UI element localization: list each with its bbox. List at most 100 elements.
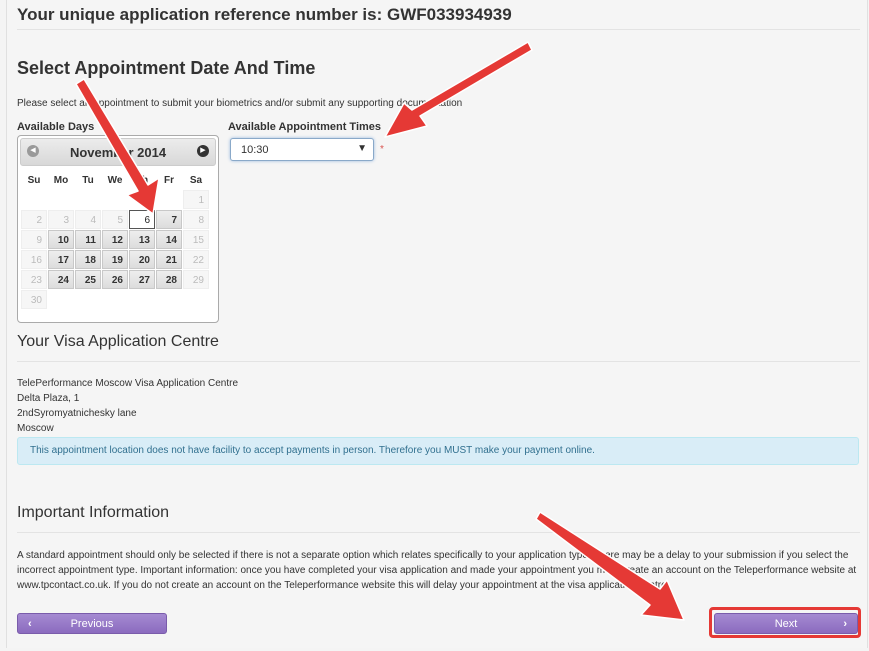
- calendar-weekday: Sa: [189, 174, 203, 186]
- calendar-cell: 15: [183, 230, 209, 249]
- important-info-title: Important Information: [17, 504, 170, 521]
- calendar-week-row: 16 17 18 19 20 21 22: [21, 250, 209, 269]
- calendar-cell: [156, 190, 182, 209]
- calendar-cell: 3: [48, 210, 74, 229]
- calendar-day-available[interactable]: 25: [75, 270, 101, 289]
- calendar-cell: 13: [129, 230, 155, 249]
- divider: [17, 361, 860, 362]
- calendar-cell: 26: [102, 270, 128, 289]
- calendar-weekday: Tu: [82, 174, 94, 186]
- chevron-right-icon: ›: [843, 618, 847, 630]
- calendar-day-available[interactable]: 14: [156, 230, 182, 249]
- calendar-cell: 29: [183, 270, 209, 289]
- calendar-cell: 9: [21, 230, 47, 249]
- calendar-day-available[interactable]: 13: [129, 230, 155, 249]
- calendar-day-available[interactable]: 19: [102, 250, 128, 269]
- next-button[interactable]: Next ›: [714, 613, 858, 634]
- calendar-day-unavailable: 30: [21, 290, 47, 309]
- calendar-cell: 4: [75, 210, 101, 229]
- calendar-cell: 14: [156, 230, 182, 249]
- centre-address-line: Delta Plaza, 1: [17, 393, 80, 404]
- previous-button-label: Previous: [70, 618, 114, 630]
- previous-button[interactable]: ‹ Previous: [17, 613, 167, 634]
- calendar-day-unavailable: 3: [48, 210, 74, 229]
- calendar-day-available[interactable]: 21: [156, 250, 182, 269]
- calendar-cell: [156, 290, 182, 309]
- calendar-cell: 16: [21, 250, 47, 269]
- calendar-cell: 7: [156, 210, 182, 229]
- appointment-time-select[interactable]: 10:30 ▼: [230, 138, 374, 161]
- calendar-cell: [48, 190, 74, 209]
- payment-notice: This appointment location does not have …: [17, 437, 859, 465]
- calendar-cell: [75, 290, 101, 309]
- calendar-day-available[interactable]: 7: [156, 210, 182, 229]
- calendar-day-empty: [102, 190, 128, 209]
- centre-address-line: 2ndSyromyatnichesky lane: [17, 408, 137, 419]
- calendar-day-unavailable: 2: [21, 210, 47, 229]
- calendar-cell: 17: [48, 250, 74, 269]
- reference-number-heading: Your unique application reference number…: [17, 5, 512, 24]
- divider: [17, 29, 860, 30]
- available-times-label: Available Appointment Times: [228, 121, 382, 133]
- calendar-day-available[interactable]: 11: [75, 230, 101, 249]
- calendar-cell: 21: [156, 250, 182, 269]
- appointment-calendar: ◀ November 2014 ▶ Su Mo Tu We Th Fr Sa 1234567…: [17, 135, 219, 323]
- calendar-day-available[interactable]: 18: [75, 250, 101, 269]
- calendar-weekday: Fr: [164, 174, 174, 186]
- calendar-cell: [102, 190, 128, 209]
- calendar-cell: 25: [75, 270, 101, 289]
- centre-address-line: Moscow: [17, 423, 54, 434]
- calendar-day-empty: [156, 290, 182, 309]
- calendar-day-unavailable: 1: [183, 190, 209, 209]
- calendar-week-row: 30: [21, 290, 209, 309]
- calendar-cell: [75, 190, 101, 209]
- calendar-cell: 18: [75, 250, 101, 269]
- calendar-day-unavailable: 5: [102, 210, 128, 229]
- calendar-day-empty: [129, 290, 155, 309]
- calendar-day-unavailable: 16: [21, 250, 47, 269]
- calendar-cell: 6: [129, 210, 155, 229]
- calendar-weekday: Th: [135, 174, 149, 186]
- calendar-weekday: Su: [27, 174, 41, 186]
- calendar-day-unavailable: 29: [183, 270, 209, 289]
- calendar-day-selected[interactable]: 6: [129, 210, 155, 229]
- calendar-cell: [21, 190, 47, 209]
- calendar-day-unavailable: 4: [75, 210, 101, 229]
- important-info-text: A standard appointment should only be se…: [17, 550, 857, 591]
- chevron-left-icon: ‹: [28, 618, 32, 630]
- calendar-cell: [102, 290, 128, 309]
- calendar-day-available[interactable]: 27: [129, 270, 155, 289]
- calendar-week-row: 9 10 11 12 13 14 15: [21, 230, 209, 249]
- calendar-day-available[interactable]: 12: [102, 230, 128, 249]
- calendar-cell: 19: [102, 250, 128, 269]
- calendar-cell: 24: [48, 270, 74, 289]
- visa-centre-title: Your Visa Application Centre: [17, 333, 219, 350]
- calendar-weekday: We: [107, 174, 123, 186]
- calendar-day-available[interactable]: 10: [48, 230, 74, 249]
- appointment-time-value: 10:30: [241, 144, 269, 156]
- appointment-section-title: Select Appointment Date And Time: [17, 58, 316, 78]
- appointment-intro-text: Please select an appointment to submit y…: [17, 98, 463, 109]
- calendar-weekday: Mo: [53, 174, 69, 186]
- calendar-day-available[interactable]: 20: [129, 250, 155, 269]
- calendar-cell: 12: [102, 230, 128, 249]
- calendar-cell: 8: [183, 210, 209, 229]
- calendar-next-month-icon[interactable]: ▶: [197, 145, 209, 157]
- calendar-day-empty: [75, 190, 101, 209]
- calendar-day-unavailable: 8: [183, 210, 209, 229]
- calendar-day-available[interactable]: 28: [156, 270, 182, 289]
- calendar-cell: [183, 290, 209, 309]
- calendar-grid: Su Mo Tu We Th Fr Sa 1 2 3 4 5 6 7 8 9 10 11 12 13 14 15 16 17…: [20, 170, 210, 310]
- calendar-day-available[interactable]: 24: [48, 270, 74, 289]
- calendar-cell: [48, 290, 74, 309]
- required-asterisk: *: [380, 144, 384, 155]
- calendar-day-unavailable: 22: [183, 250, 209, 269]
- next-button-label: Next: [774, 618, 798, 630]
- calendar-day-available[interactable]: 26: [102, 270, 128, 289]
- calendar-cell: 27: [129, 270, 155, 289]
- calendar-day-empty: [75, 290, 101, 309]
- calendar-day-unavailable: 23: [21, 270, 47, 289]
- calendar-day-available[interactable]: 17: [48, 250, 74, 269]
- chevron-down-icon: ▼: [357, 143, 367, 154]
- calendar-month-title: November 2014: [69, 145, 167, 160]
